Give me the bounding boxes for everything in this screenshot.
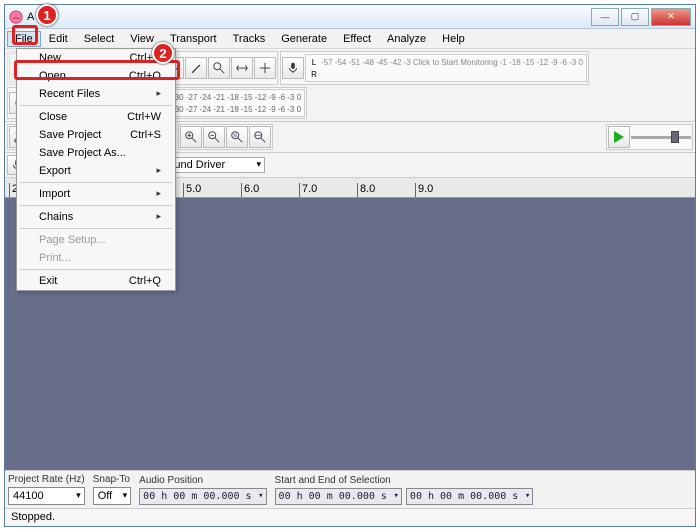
maximize-button[interactable]: ▢ — [621, 8, 649, 26]
app-icon — [9, 10, 23, 24]
menu-tracks[interactable]: Tracks — [225, 31, 274, 47]
menu-item-save-project[interactable]: Save ProjectCtrl+S — [17, 126, 175, 144]
play-at-speed-button[interactable] — [608, 126, 630, 148]
selection-end-time[interactable]: 00 h 00 m 00.000 s — [406, 488, 533, 505]
menu-item-save-project-as-[interactable]: Save Project As... — [17, 144, 175, 162]
recording-meter[interactable]: L-57 -54 -51 -48 -45 -42 -3Click to Star… — [305, 54, 587, 82]
menu-help[interactable]: Help — [434, 31, 473, 47]
menu-item-close[interactable]: CloseCtrl+W — [17, 108, 175, 126]
multi-tool-icon[interactable] — [254, 57, 276, 79]
app-title: A — [27, 11, 34, 23]
menubar: FileEditSelectViewTransportTracksGenerat… — [5, 29, 695, 49]
callout-badge-1: 1 — [36, 4, 58, 26]
selection-field: Start and End of Selection 00 h 00 m 00.… — [275, 475, 534, 505]
selection-label: Start and End of Selection — [275, 475, 534, 486]
menu-item-import[interactable]: Import — [17, 185, 175, 203]
draw-tool-icon[interactable] — [185, 57, 207, 79]
menu-item-print-: Print... — [17, 249, 175, 267]
menu-analyze[interactable]: Analyze — [379, 31, 434, 47]
audio-position-time[interactable]: 00 h 00 m 00.000 s — [139, 488, 266, 505]
zoom-out-icon[interactable] — [203, 126, 225, 148]
menu-item-export[interactable]: Export — [17, 162, 175, 180]
titlebar: A — ▢ ✕ — [5, 5, 695, 29]
project-rate-label: Project Rate (Hz) — [8, 474, 85, 485]
menu-transport[interactable]: Transport — [162, 31, 225, 47]
menu-item-open-[interactable]: Open...Ctrl+O — [17, 67, 175, 85]
menu-generate[interactable]: Generate — [273, 31, 335, 47]
close-button[interactable]: ✕ — [651, 8, 691, 26]
zoom-group — [178, 124, 273, 150]
menu-edit[interactable]: Edit — [41, 31, 76, 47]
audiopos-label: Audio Position — [139, 475, 266, 486]
status-bar: Stopped. — [5, 508, 695, 526]
fit-project-icon[interactable] — [249, 126, 271, 148]
minimize-button[interactable]: — — [591, 8, 619, 26]
file-menu-dropdown: NewCtrl+NOpen...Ctrl+ORecent FilesCloseC… — [16, 48, 176, 291]
menu-select[interactable]: Select — [76, 31, 123, 47]
project-rate-field: Project Rate (Hz) 44100 — [8, 474, 85, 505]
status-text: Stopped. — [11, 511, 55, 523]
menu-item-recent-files[interactable]: Recent Files — [17, 85, 175, 103]
speed-slider[interactable] — [631, 136, 691, 139]
snap-label: Snap-To — [93, 474, 131, 485]
menu-file[interactable]: File — [7, 31, 41, 47]
mic-icon[interactable] — [282, 57, 304, 79]
callout-badge-2: 2 — [152, 42, 174, 64]
snap-field: Snap-To Off — [93, 474, 131, 505]
zoom-in-icon[interactable] — [180, 126, 202, 148]
timeshift-tool-icon[interactable] — [231, 57, 253, 79]
project-rate-combo[interactable]: 44100 — [8, 487, 85, 505]
play-at-speed-group — [606, 124, 693, 150]
fit-selection-icon[interactable] — [226, 126, 248, 148]
snap-combo[interactable]: Off — [93, 487, 131, 505]
selection-start-time[interactable]: 00 h 00 m 00.000 s — [275, 488, 402, 505]
zoom-tool-icon[interactable] — [208, 57, 230, 79]
selection-toolbar: Project Rate (Hz) 44100 Snap-To Off Audi… — [5, 470, 695, 508]
menu-item-chains[interactable]: Chains — [17, 208, 175, 226]
rec-meter-group: L-57 -54 -51 -48 -45 -42 -3Click to Star… — [280, 51, 589, 85]
menu-effect[interactable]: Effect — [335, 31, 379, 47]
audiopos-field: Audio Position 00 h 00 m 00.000 s — [139, 475, 266, 505]
menu-item-exit[interactable]: ExitCtrl+Q — [17, 272, 175, 290]
menu-item-page-setup-: Page Setup... — [17, 231, 175, 249]
